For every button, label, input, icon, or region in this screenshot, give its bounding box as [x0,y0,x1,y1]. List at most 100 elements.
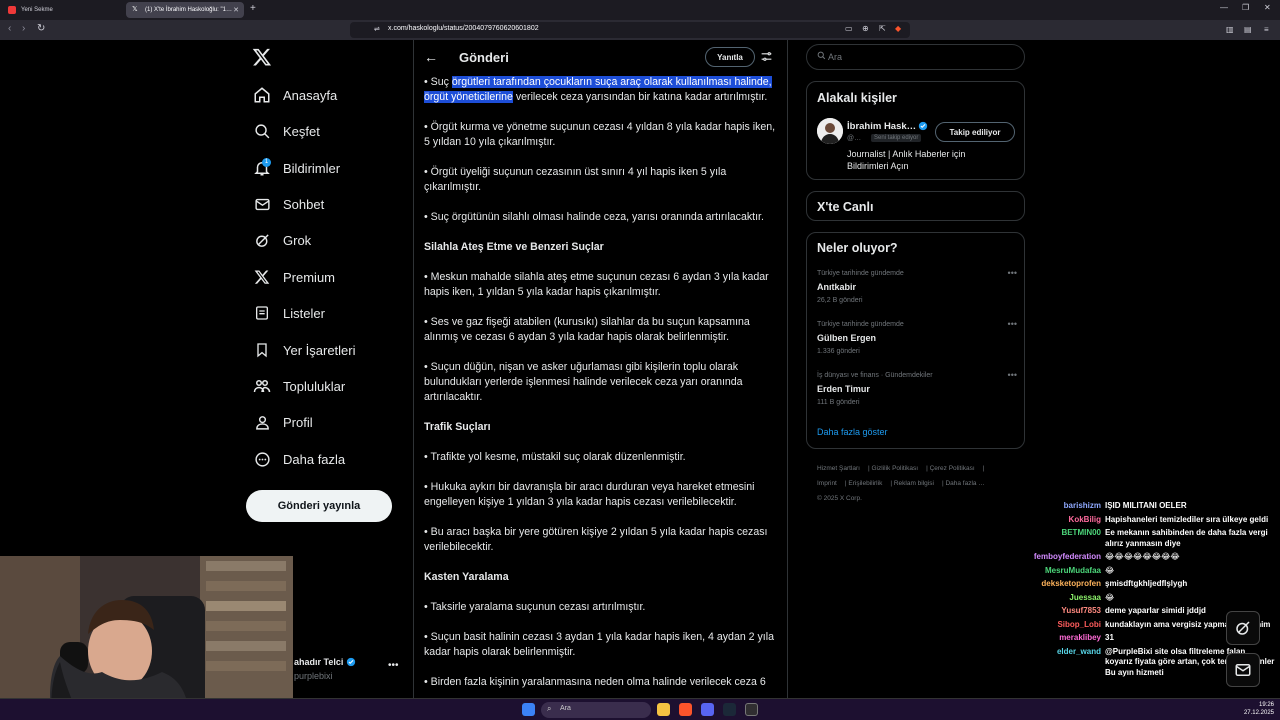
post-paragraph: • Hukuka aykırı bir davranışla bir aracı… [424,481,755,508]
copyright: © 2025 X Corp. [817,495,862,502]
following-button[interactable]: Takip ediliyor [935,122,1015,142]
filter-settings-icon[interactable] [760,50,773,63]
profile-icon [252,412,272,432]
nav-premium[interactable]: Premium [252,265,335,289]
nav-communities[interactable]: Topluluklar [252,374,345,398]
reply-button[interactable]: Yanıtla [705,47,755,67]
footer-link[interactable]: Daha fazla … [945,480,984,487]
more-icon[interactable]: ••• [1008,370,1017,380]
grok-floating-button[interactable] [1226,611,1260,645]
clock-time: 19:26 [1258,702,1274,708]
minimize-icon[interactable]: — [1220,3,1228,12]
nav-messages[interactable]: Sohbet [252,192,324,216]
address-bar[interactable]: ⇌ x.com/haskologlu/status/20040797606206… [350,22,910,38]
post-heading: Kasten Yaralama [424,571,509,583]
x-live-card[interactable]: X'te Canlı [806,191,1025,221]
person-name[interactable]: İbrahim Hask… [847,121,916,132]
nav-notifications[interactable]: 1 Bildirimler [252,156,340,180]
close-icon[interactable]: ✕ [233,6,239,14]
sidebar-icon[interactable]: ▥ [1226,25,1234,34]
window-close-icon[interactable]: ✕ [1264,3,1271,12]
forward-icon[interactable]: › [22,23,25,34]
follows-you-badge: Seni takip ediyor [871,134,922,142]
taskbar-search[interactable]: ⌕ Ara [541,702,651,718]
maximize-icon[interactable]: ❐ [1242,3,1249,12]
x-premium-icon [252,267,272,287]
chat-text: şmisdftgkhljedflşlygh [1105,579,1188,588]
reader-icon[interactable]: ▭ [845,24,853,33]
zoom-icon[interactable]: ⊕ [862,24,869,33]
related-people-card: Alakalı kişiler İbrahim Hask… @… Seni ta… [806,81,1025,180]
taskbar-search-label: Ara [560,705,571,712]
footer-link[interactable]: Çerez Politikası [930,465,975,472]
share-icon[interactable]: ⇱ [879,24,886,33]
footer-link[interactable]: Imprint [817,480,837,487]
wallet-icon[interactable]: ▤ [1244,25,1252,34]
post-paragraph: • Suçun basit halinin cezası 3 aydan 1 y… [424,631,774,658]
nav-bookmarks[interactable]: Yer İşaretleri [252,338,356,362]
tab-new-tab[interactable]: Yeni Sekme [2,2,120,18]
nav-explore[interactable]: Keşfet [252,119,320,143]
nav-label: Topluluklar [283,378,346,394]
footer-link[interactable]: Hizmet Şartları [817,465,860,472]
card-title: X'te Canlı [817,200,874,214]
obs-icon[interactable] [745,703,758,716]
account-handle: purplebixi [294,671,333,681]
chat-text: Hapishaneleri temizlediler sıra ülkeye g… [1105,514,1269,524]
nav-more[interactable]: Daha fazla [252,447,345,471]
avatar[interactable] [817,118,843,144]
chat-username: Sibop_Lobi [1057,619,1101,629]
nav-lists[interactable]: Listeler [252,301,325,325]
chat-text: 😂 [1105,565,1115,575]
nav-grok[interactable]: Grok [252,228,311,252]
discord-icon[interactable] [701,703,714,716]
chat-message: MesruMudafaa 😂 [1000,566,1280,577]
steam-icon[interactable] [723,703,736,716]
site-info-icon[interactable]: ⇌ [374,25,380,33]
footer-link[interactable]: Reklam bilgisi [894,480,934,487]
post-button[interactable]: Gönderi yayınla [246,490,392,522]
trend-item[interactable]: Türkiye tarihinde gündemde Anıtkabir 26,… [817,268,1017,304]
more-icon[interactable]: ••• [1008,268,1017,278]
search-icon: ⌕ [547,704,552,713]
nav-home[interactable]: Anasayfa [252,83,337,107]
back-arrow-icon[interactable]: ← [424,49,438,65]
chat-message: BETMIN00 Ee mekanın sahibinden de daha fa… [1000,528,1280,549]
new-tab-icon[interactable]: + [250,3,256,14]
chat-text: Ee mekanın sahibinden de daha fazla verg… [1105,528,1268,548]
browser-favicon-icon [8,6,16,14]
chat-text: IŞID MILITANI OELER [1105,501,1187,510]
trend-item[interactable]: Türkiye tarihinde gündemde Gülben Ergen … [817,319,1017,355]
windows-start-icon[interactable] [522,703,535,716]
nav-profile[interactable]: Profil [252,410,313,434]
chat-username: Yusuf7853 [1061,606,1101,615]
post-paragraph: • Bu aracı başka bir yere götüren kişiye… [424,526,768,553]
x-logo-icon[interactable] [252,47,272,67]
brave-shield-icon[interactable]: ◆ [895,24,901,33]
back-icon[interactable]: ‹ [8,23,11,34]
person-handle: @… [847,135,862,142]
footer-link[interactable]: Gizlilik Politikası [871,465,918,472]
more-icon[interactable]: ••• [1008,319,1017,329]
trend-item[interactable]: İş dünyası ve finans · Gündemdekiler Erd… [817,370,1017,406]
reload-icon[interactable]: ↻ [37,23,45,34]
tab-x-post[interactable]: 𝕏 (1) X'te İbrahim Haskoloğlu: "1… ✕ [126,2,244,18]
clock-date: 27.12.2025 [1243,710,1274,716]
menu-icon[interactable]: ≡ [1264,25,1269,34]
post-paragraph: • Örgüt kurma ve yönetme suçunun cezası … [424,121,776,148]
file-explorer-icon[interactable] [657,703,670,716]
mail-icon [1235,664,1251,676]
trend-count: 111 B gönderi [817,399,860,406]
brave-browser-icon[interactable] [679,703,692,716]
page-title: Gönderi [459,50,509,65]
messages-floating-button[interactable] [1226,653,1260,687]
show-more-link[interactable]: Daha fazla göster [817,427,888,437]
account-more-icon[interactable]: ••• [388,660,399,671]
footer-link[interactable]: Erişilebilirlik [848,480,882,487]
account-name[interactable]: ahadır Telci [294,657,343,667]
webcam-image [0,556,293,720]
taskbar-clock[interactable]: 19:26 27.12.2025 [1238,701,1274,717]
search-input[interactable]: Ara [806,44,1025,70]
trend-count: 1.336 gönderi [817,348,860,355]
nav-label: Premium [283,269,336,285]
